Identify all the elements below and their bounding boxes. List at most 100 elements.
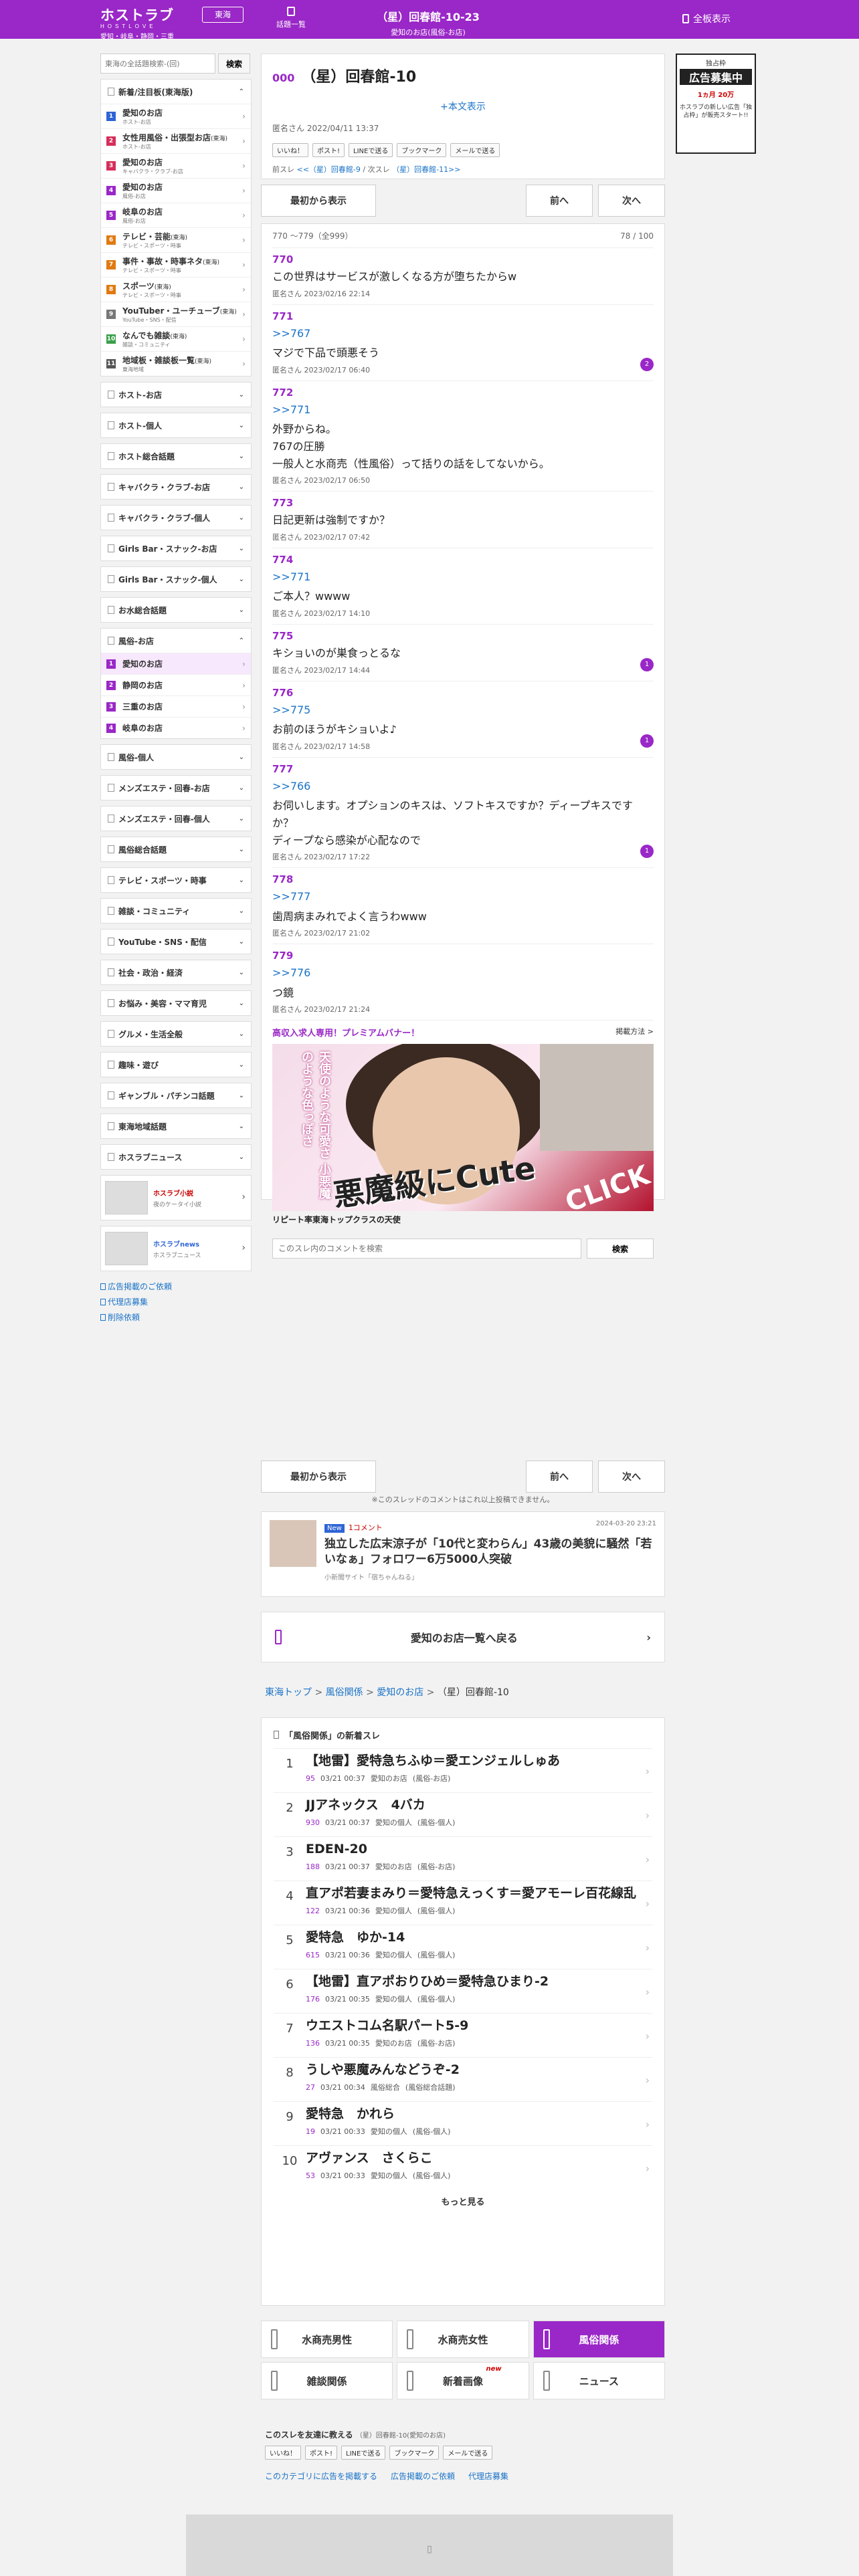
- sidebar-category[interactable]: ギャンブル・パチンコ話題 ⌄: [100, 1083, 252, 1108]
- prev-thread-link[interactable]: <<（星）回春館-9: [297, 165, 361, 174]
- novel-banner[interactable]: ホスラブ小説 夜のケータイ小説 ›: [100, 1175, 252, 1220]
- show-body-link[interactable]: +本文表示: [272, 100, 654, 113]
- response-anchor[interactable]: >>766: [272, 778, 654, 795]
- first-page-button-bottom[interactable]: 最初から表示: [261, 1461, 376, 1493]
- sidebar-category[interactable]: ホスラブニュース ⌄: [100, 1144, 252, 1170]
- sidebar-category-header[interactable]: ホスト-個人 ⌄: [101, 413, 251, 437]
- response-number[interactable]: 775: [272, 630, 654, 642]
- category-tab[interactable]: ニュース: [533, 2362, 665, 2399]
- sidebar-category-header[interactable]: キャバクラ・クラブ-個人 ⌄: [101, 506, 251, 530]
- more-button[interactable]: もっと見る: [274, 2195, 652, 2208]
- sidebar-category[interactable]: Girls Bar・スナック-お店 ⌄: [100, 536, 252, 561]
- response-anchor[interactable]: >>771: [272, 568, 654, 586]
- comment-search-input[interactable]: [272, 1239, 581, 1259]
- category-tab[interactable]: 水商売男性: [261, 2321, 393, 2358]
- sidebar-board-item[interactable]: 3 愛知のお店 キャバクラ・クラブ-お店 ›: [101, 153, 251, 178]
- sidebar-category-header[interactable]: メンズエステ・回春-個人 ⌄: [101, 807, 251, 831]
- sidebar-category-header[interactable]: ホスラブニュース ⌄: [101, 1145, 251, 1169]
- share-button[interactable]: ポスト!: [305, 2446, 338, 2460]
- share-button[interactable]: いいね！: [265, 2446, 301, 2460]
- sidebar-board-item[interactable]: 9 YouTuber・ユーチューブ(東海) YouTube・SNS・配信 ›: [101, 302, 251, 326]
- sidebar-category-header[interactable]: 雑談・コミュニティ ⌄: [101, 899, 251, 923]
- response-number[interactable]: 774: [272, 554, 654, 566]
- all-boards-button[interactable]: 全板表示: [682, 12, 731, 25]
- sidebar-category-header[interactable]: テレビ・スポーツ・時事 ⌄: [101, 868, 251, 892]
- share-button[interactable]: メールで送る: [443, 2446, 493, 2460]
- news-card[interactable]: New 1コメント 2024-03-20 23:21 独立した広末涼子が「10代と変…: [261, 1511, 665, 1597]
- first-page-button[interactable]: 最初から表示: [261, 185, 376, 217]
- sidebar-category-header[interactable]: メンズエステ・回春-お店 ⌄: [101, 776, 251, 800]
- premium-banner[interactable]: 天使のような可愛さ 小悪魔のような色っぽさ 悪魔級にCute CLICK: [272, 1044, 654, 1212]
- sidebar-category[interactable]: 雑談・コミュニティ ⌄: [100, 898, 252, 924]
- sidebar-category-header[interactable]: お水総合話題 ⌄: [101, 598, 251, 622]
- share-button[interactable]: LINEで送る: [349, 143, 393, 157]
- sidebar-category[interactable]: キャバクラ・クラブ-個人 ⌄: [100, 505, 252, 530]
- sidebar-category[interactable]: お悩み・美容・ママ育児 ⌄: [100, 990, 252, 1016]
- category-tab[interactable]: 水商売女性: [397, 2321, 529, 2358]
- sidebar-board-item[interactable]: 4 愛知のお店 風俗-お店 ›: [101, 178, 251, 203]
- new-thread-row[interactable]: 2 JJアネックス 4バカ 930 03/21 00:37 愛知の個人 (風俗-個人) ›: [274, 1792, 652, 1836]
- share-button[interactable]: ブックマーク: [397, 143, 447, 157]
- sidebar-board-item[interactable]: 8 スポーツ(東海) テレビ・スポーツ・時事 ›: [101, 277, 251, 302]
- share-button[interactable]: メールで送る: [450, 143, 500, 157]
- sidebar-category-header[interactable]: Girls Bar・スナック-お店 ⌄: [101, 536, 251, 560]
- sidebar-category-header[interactable]: お悩み・美容・ママ育児 ⌄: [101, 991, 251, 1015]
- sidebar-category[interactable]: ホスト-お店 ⌄: [100, 382, 252, 407]
- response-anchor[interactable]: >>777: [272, 888, 654, 905]
- fuzoku-item[interactable]: 3 三重のお店 ›: [101, 695, 251, 717]
- thread-list-button[interactable]: 話題一覧: [270, 7, 312, 29]
- new-thread-row[interactable]: 4 直アポ若妻まみり＝愛特急えっくす＝愛アモーレ百花線乱 122 03/21 00:3…: [274, 1881, 652, 1925]
- sidebar-category-header[interactable]: 風俗総合話題 ⌄: [101, 837, 251, 861]
- share-button[interactable]: ブックマーク: [389, 2446, 440, 2460]
- share-button[interactable]: いいね！: [272, 143, 308, 157]
- sidebar-board-item[interactable]: 5 岐阜のお店 風俗-お店 ›: [101, 203, 251, 227]
- sidebar-board-item[interactable]: 2 女性用風俗・出張型お店(東海) ホスト-お店 ›: [101, 128, 251, 153]
- reply-count-badge[interactable]: 1: [640, 734, 654, 748]
- category-tab[interactable]: 風俗関係: [533, 2321, 665, 2358]
- sidebar-category-header[interactable]: キャバクラ・クラブ-お店 ⌄: [101, 475, 251, 499]
- next-page-button[interactable]: 次へ: [598, 185, 665, 217]
- next-page-button-bottom[interactable]: 次へ: [598, 1461, 665, 1493]
- new-thread-row[interactable]: 1 【地雷】愛特急ちふゆ＝愛エンジェルしゅあ 95 03/21 00:37 愛知のお店 (…: [274, 1748, 652, 1792]
- response-number[interactable]: 770: [272, 253, 654, 265]
- sidebar-category-header[interactable]: 趣味・遊び ⌄: [101, 1053, 251, 1077]
- bottom-link[interactable]: このカテゴリに広告を掲載する: [265, 2470, 377, 2482]
- next-thread-link[interactable]: （星）回春館-11>>: [392, 165, 460, 174]
- new-boards-header[interactable]: 新着/注目板(東海版) ⌃: [101, 80, 251, 104]
- sidebar-category[interactable]: 東海地域話題 ⌄: [100, 1113, 252, 1139]
- breadcrumb-item[interactable]: 東海トップ: [265, 1687, 312, 1698]
- response-number[interactable]: 778: [272, 873, 654, 885]
- sidebar-category-header[interactable]: YouTube・SNS・配信 ⌄: [101, 930, 251, 954]
- sidebar-category-header[interactable]: グルメ・生活全般 ⌄: [101, 1022, 251, 1046]
- new-thread-row[interactable]: 5 愛特急 ゆか-14 615 03/21 00:36 愛知の個人 (風俗-個人) ›: [274, 1925, 652, 1969]
- sidebar-category[interactable]: グルメ・生活全般 ⌄: [100, 1021, 252, 1047]
- share-button[interactable]: LINEで送る: [341, 2446, 386, 2460]
- response-anchor[interactable]: >>776: [272, 964, 654, 982]
- sidebar-category-header[interactable]: 風俗-個人 ⌄: [101, 745, 251, 769]
- news-banner[interactable]: ホスラブnews ホスラブニュース ›: [100, 1226, 252, 1271]
- response-number[interactable]: 779: [272, 950, 654, 962]
- sidebar-category[interactable]: ホスト総合話題 ⌄: [100, 443, 252, 469]
- sidebar-search-button[interactable]: 検索: [218, 53, 250, 74]
- response-anchor[interactable]: >>775: [272, 702, 654, 719]
- sidebar-category-header[interactable]: 東海地域話題 ⌄: [101, 1114, 251, 1138]
- prev-page-button[interactable]: 前へ: [526, 185, 593, 217]
- sidebar-category[interactable]: 風俗総合話題 ⌄: [100, 837, 252, 862]
- reply-count-badge[interactable]: 1: [640, 845, 654, 859]
- site-logo[interactable]: ホストラブ HOSTLOVE 愛知・岐阜・静岡・三重: [100, 5, 174, 41]
- comment-search-button[interactable]: 検索: [587, 1239, 654, 1259]
- new-thread-row[interactable]: 7 ウエストコム名駅パート5-9 136 03/21 00:35 愛知のお店 (風俗-お店…: [274, 2013, 652, 2057]
- bottom-link[interactable]: 代理店募集: [468, 2470, 508, 2482]
- new-thread-row[interactable]: 6 【地雷】直アポおりひめ＝愛特急ひまり-2 176 03/21 00:35 愛知の個人…: [274, 1969, 652, 2013]
- fuzoku-item[interactable]: 1 愛知のお店 ›: [101, 653, 251, 674]
- sidebar-search-input[interactable]: [100, 53, 215, 74]
- category-tab[interactable]: 雑談関係: [261, 2362, 393, 2399]
- sidebar-category[interactable]: テレビ・スポーツ・時事 ⌄: [100, 867, 252, 893]
- new-thread-row[interactable]: 10 アヴァンス さくらこ 53 03/21 00:33 愛知の個人 (風俗-個人) ›: [274, 2145, 652, 2189]
- response-number[interactable]: 772: [272, 387, 654, 399]
- new-thread-row[interactable]: 3 EDEN-20 188 03/21 00:37 愛知のお店 (風俗-お店) ›: [274, 1836, 652, 1881]
- new-thread-row[interactable]: 9 愛特急 かれら 19 03/21 00:33 愛知の個人 (風俗-個人) ›: [274, 2101, 652, 2145]
- sidebar-category[interactable]: ホスト-個人 ⌄: [100, 413, 252, 438]
- response-number[interactable]: 771: [272, 310, 654, 322]
- sidebar-category-header[interactable]: ホスト総合話題 ⌄: [101, 444, 251, 468]
